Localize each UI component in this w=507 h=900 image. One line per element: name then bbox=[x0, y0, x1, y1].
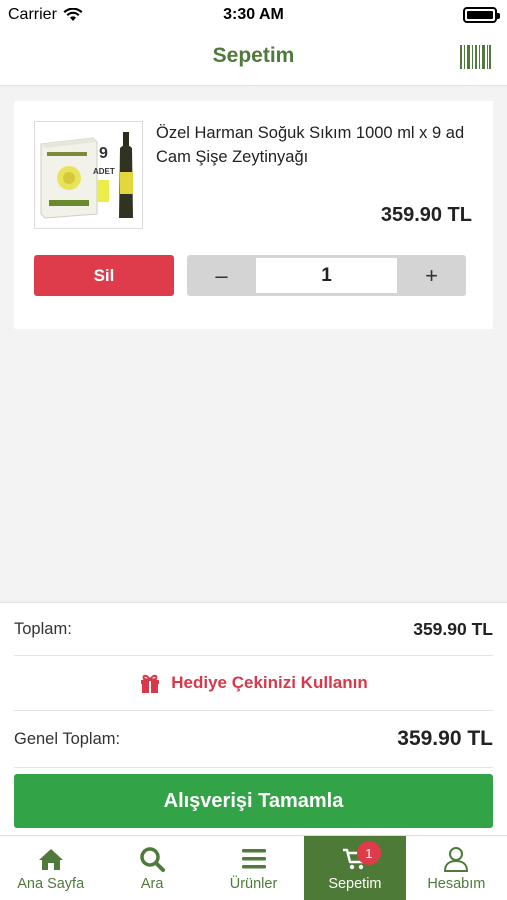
tab-home-label: Ana Sayfa bbox=[17, 876, 85, 892]
grand-total-row: Genel Toplam: 359.90 TL bbox=[14, 711, 493, 768]
quantity-value[interactable]: 1 bbox=[256, 258, 397, 293]
subtotal-label: Toplam: bbox=[14, 619, 72, 638]
decrement-button[interactable]: – bbox=[187, 255, 256, 296]
search-icon bbox=[140, 847, 166, 872]
subtotal-value: 359.90 TL bbox=[413, 618, 493, 639]
product-illustration: 9 ADET bbox=[35, 122, 142, 228]
subtotal-row: Toplam: 359.90 TL bbox=[14, 603, 493, 656]
cart-count-badge: 1 bbox=[356, 841, 381, 865]
user-icon bbox=[444, 847, 469, 872]
nav-bar: Sepetim bbox=[0, 30, 507, 86]
order-summary: Toplam: 359.90 TL Hediye Çekinizi Kullan… bbox=[0, 602, 507, 835]
svg-text:ADET: ADET bbox=[93, 167, 115, 176]
gift-voucher-link[interactable]: Hediye Çekinizi Kullanın bbox=[139, 672, 368, 694]
svg-text:9: 9 bbox=[99, 145, 108, 162]
tab-cart[interactable]: 1 Sepetim bbox=[304, 836, 406, 900]
product-price: 359.90 TL bbox=[380, 204, 472, 226]
increment-button[interactable]: + bbox=[397, 255, 466, 296]
tab-home[interactable]: Ana Sayfa bbox=[0, 836, 101, 900]
cart-item-card: 9 ADET Özel Harman Soğuk Sıkım 1000 ml x… bbox=[14, 101, 493, 329]
tab-products-label: Ürünler bbox=[229, 876, 278, 892]
delete-button[interactable]: Sil bbox=[34, 255, 174, 296]
tab-account[interactable]: Hesabım bbox=[406, 836, 507, 900]
battery-icon bbox=[463, 7, 500, 23]
gift-voucher-label: Hediye Çekinizi Kullanın bbox=[171, 673, 368, 692]
page-title: Sepetim bbox=[212, 44, 295, 67]
grand-total-label: Genel Toplam: bbox=[14, 729, 121, 748]
product-name[interactable]: Özel Harman Soğuk Sıkım 1000 ml x 9 ad C… bbox=[156, 121, 481, 169]
tab-account-label: Hesabım bbox=[427, 876, 486, 892]
checkout-button[interactable]: Alışverişi Tamamla bbox=[14, 774, 493, 828]
home-icon bbox=[38, 849, 63, 870]
tab-search-label: Ara bbox=[140, 876, 164, 892]
tab-products[interactable]: Ürünler bbox=[203, 836, 304, 900]
quantity-stepper: – 1 + bbox=[187, 255, 466, 296]
tab-search[interactable]: Ara bbox=[101, 836, 202, 900]
product-image[interactable]: 9 ADET bbox=[34, 121, 143, 229]
tab-cart-label: Sepetim bbox=[328, 876, 382, 892]
barcode-icon[interactable] bbox=[459, 45, 491, 69]
tab-bar: Ana Sayfa Ara Ürünler 1 Sepetim Hesabım bbox=[0, 835, 507, 900]
menu-icon bbox=[241, 849, 266, 869]
gift-row: Hediye Çekinizi Kullanın bbox=[14, 656, 493, 711]
status-bar: Carrier 3:30 AM bbox=[0, 0, 507, 30]
grand-total-value: 359.90 TL bbox=[397, 727, 493, 750]
gift-icon bbox=[141, 674, 160, 693]
clock: 3:30 AM bbox=[223, 6, 284, 23]
